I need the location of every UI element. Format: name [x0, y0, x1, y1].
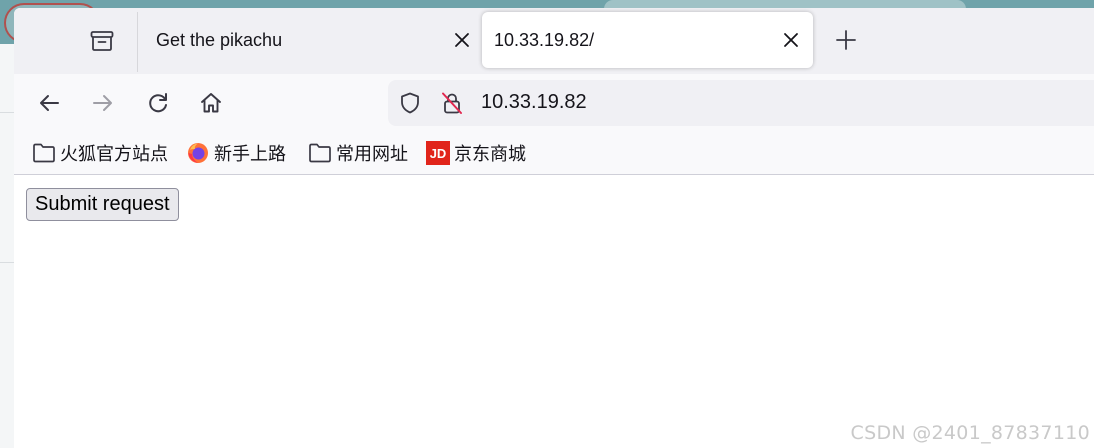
plus-icon [836, 30, 856, 50]
bookmark-getting-started[interactable]: 新手上路 [186, 140, 286, 166]
folder-icon [308, 141, 332, 165]
close-icon [784, 33, 798, 47]
svg-text:JD: JD [430, 146, 447, 161]
jd-icon: JD [426, 141, 450, 165]
site-info-button[interactable] [440, 91, 464, 115]
page-content: Submit request CSDN @2401_87837110 [14, 175, 1094, 448]
bookmark-jd-mall[interactable]: JD 京东商城 [426, 140, 526, 166]
shield-icon [401, 92, 419, 114]
url-text[interactable]: 10.33.19.82 [481, 91, 587, 114]
arrow-right-icon [93, 95, 112, 111]
forward-button[interactable] [86, 86, 120, 120]
close-icon [455, 33, 469, 47]
reload-button[interactable] [141, 86, 175, 120]
firefox-icon [186, 141, 210, 165]
watermark: CSDN @2401_87837110 [850, 422, 1090, 444]
new-tab-button[interactable] [832, 26, 860, 54]
address-bar[interactable]: 10.33.19.82 [388, 80, 1094, 126]
tab-get-the-pikachu[interactable]: Get the pikachu [138, 12, 478, 68]
tracking-protection-button[interactable] [398, 91, 422, 115]
tab-list-icon [90, 31, 114, 51]
background-window-edge [0, 44, 14, 448]
tab-bar: Get the pikachu 10.33.19.82/ [14, 8, 1094, 74]
bookmark-folder-common-sites[interactable]: 常用网址 [308, 140, 408, 166]
reload-icon [149, 93, 167, 113]
bookmarks-toolbar: 火狐官方站点 新手上路 常用网址 JD 京东商城 [14, 132, 1094, 175]
tab-title: Get the pikachu [156, 29, 283, 50]
home-icon [201, 93, 221, 113]
browser-window: Get the pikachu 10.33.19.82/ 10.33.19.82… [14, 8, 1094, 448]
close-tab-button[interactable] [450, 28, 474, 52]
folder-icon [32, 141, 56, 165]
submit-request-button[interactable]: Submit request [26, 188, 179, 221]
bookmark-label: 新手上路 [214, 144, 286, 165]
insecure-lock-icon [442, 92, 462, 114]
arrow-left-icon [40, 95, 59, 111]
bookmark-label: 京东商城 [454, 144, 526, 165]
tab-title: 10.33.19.82/ [494, 29, 595, 50]
background-divider [0, 112, 14, 113]
back-button[interactable] [32, 86, 66, 120]
close-tab-button[interactable] [779, 28, 803, 52]
bookmark-folder-firefox-official[interactable]: 火狐官方站点 [32, 140, 168, 166]
background-divider [0, 262, 14, 263]
bookmark-label: 常用网址 [336, 144, 408, 165]
navigation-toolbar: 10.33.19.82 [14, 74, 1094, 132]
tab-list-button[interactable] [88, 28, 116, 54]
bookmark-label: 火狐官方站点 [60, 144, 168, 165]
home-button[interactable] [194, 86, 228, 120]
tab-current[interactable]: 10.33.19.82/ [482, 12, 813, 68]
